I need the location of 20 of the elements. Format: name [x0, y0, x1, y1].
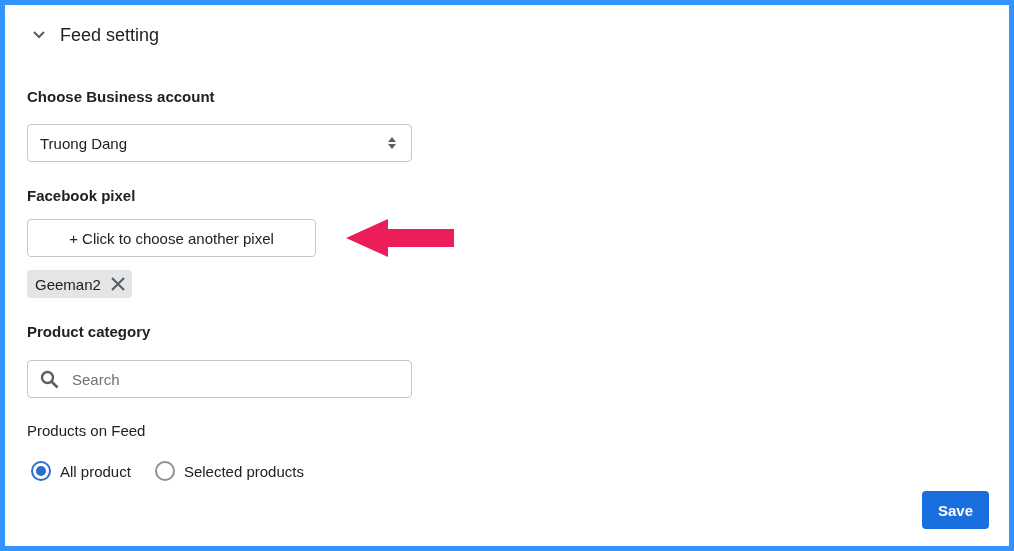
search-field[interactable]: Search	[27, 360, 412, 398]
close-icon[interactable]	[110, 277, 125, 291]
radio-option[interactable]: All product	[31, 461, 131, 481]
section-title: Feed setting	[60, 24, 160, 46]
pixel-tag: Geeman2	[27, 270, 132, 298]
field-label: Products on Feed	[27, 421, 147, 441]
choose-pixel-button[interactable]: + Click to choose another pixel	[27, 219, 316, 257]
radio-button[interactable]	[154, 461, 175, 481]
sort-arrows-icon	[387, 136, 397, 150]
save-button[interactable]: Save	[922, 491, 989, 529]
radio-label: Selected products	[183, 462, 304, 480]
field-label: Facebook pixel	[27, 186, 137, 206]
account-select[interactable]: Truong Dang	[27, 124, 412, 162]
chevron-down-icon[interactable]	[32, 30, 46, 40]
field-label: Choose Business account	[27, 87, 216, 107]
radio-button[interactable]	[31, 461, 51, 481]
field-label: Product category	[27, 322, 152, 342]
radio-option[interactable]: Selected products	[154, 461, 304, 481]
radio-label: All product	[60, 462, 131, 480]
search-icon	[40, 370, 59, 389]
